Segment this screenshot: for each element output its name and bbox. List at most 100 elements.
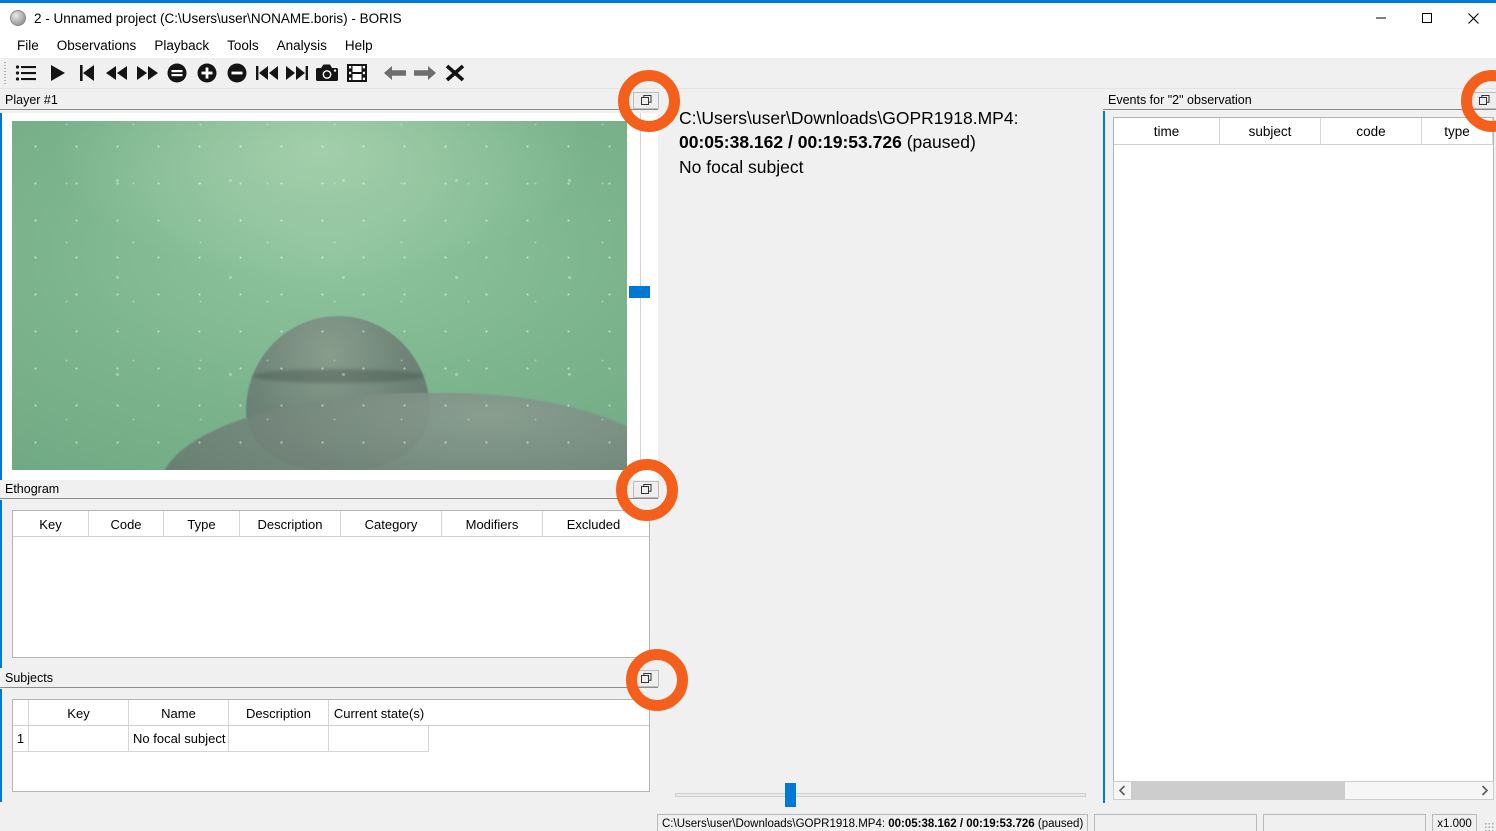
ethogram-col-type[interactable]: Type	[164, 511, 240, 537]
media-file-path: C:\Users\user\Downloads\GOPR1918.MP4:	[679, 108, 1019, 128]
arrow-left-icon[interactable]	[380, 59, 410, 87]
events-horizontal-scrollbar[interactable]	[1113, 781, 1494, 800]
resize-grip-icon[interactable]	[1484, 822, 1494, 831]
main-toolbar	[0, 58, 1496, 89]
ethogram-table[interactable]: Key Code Type Description Category Modif…	[12, 510, 650, 658]
ethogram-float-button[interactable]	[633, 481, 659, 498]
subjects-row-description[interactable]	[229, 726, 329, 752]
list-icon[interactable]	[12, 59, 42, 87]
subjects-row-key[interactable]	[29, 726, 129, 752]
focal-subject-label: No focal subject	[679, 157, 804, 177]
menu-item-playback[interactable]: Playback	[145, 35, 218, 56]
circle-plus-icon[interactable]	[192, 59, 222, 87]
events-col-time[interactable]: time	[1114, 118, 1220, 145]
video-frame[interactable]	[12, 121, 627, 470]
menu-item-file[interactable]: File	[8, 35, 48, 56]
status-bar: C:\Users\user\Downloads\GOPR1918.MP4: 00…	[657, 813, 1496, 831]
status-media-info: C:\Users\user\Downloads\GOPR1918.MP4: 00…	[657, 814, 1089, 831]
toolbar-grip[interactable]	[2, 62, 9, 84]
ethogram-col-description[interactable]: Description	[240, 511, 341, 537]
video-player-area[interactable]	[0, 113, 658, 480]
ethogram-col-excluded[interactable]: Excluded	[543, 511, 644, 537]
circle-minus-thick-icon[interactable]	[162, 59, 192, 87]
skip-previous-icon[interactable]	[252, 59, 282, 87]
video-particles	[12, 121, 627, 470]
media-time-line: 00:05:38.162 / 00:19:53.726 (paused)	[679, 130, 1091, 155]
status-field-2	[1094, 814, 1258, 831]
subjects-row-index: 1	[13, 726, 29, 752]
events-scrollbar-thumb[interactable]	[1131, 782, 1345, 799]
window-controls	[1358, 3, 1496, 33]
status-playback-rate: x1.000	[1432, 814, 1478, 831]
x-icon[interactable]	[440, 59, 470, 87]
status-field-3	[1263, 814, 1427, 831]
media-state: (paused)	[906, 132, 976, 152]
subjects-row-current-state[interactable]	[329, 726, 429, 752]
media-info-block: C:\Users\user\Downloads\GOPR1918.MP4: 00…	[679, 107, 1091, 180]
ethogram-col-key[interactable]: Key	[13, 511, 89, 537]
events-col-type[interactable]: type	[1422, 118, 1493, 145]
events-col-code[interactable]: code	[1321, 118, 1422, 145]
maximize-icon[interactable]	[1404, 3, 1450, 33]
bottom-left-filler	[0, 802, 657, 831]
subjects-col-current-state[interactable]: Current state(s)	[329, 700, 429, 726]
status-media-path: C:\Users\user\Downloads\GOPR1918.MP4:	[662, 817, 886, 830]
camera-icon[interactable]	[312, 59, 342, 87]
vertical-splitter-handle[interactable]	[629, 286, 650, 298]
ethogram-panel-title: Ethogram	[0, 481, 658, 499]
subjects-col-description[interactable]: Description	[229, 700, 329, 726]
minimize-icon[interactable]	[1358, 3, 1404, 33]
ethogram-col-modifiers[interactable]: Modifiers	[442, 511, 543, 537]
vertical-splitter-line-top	[640, 113, 641, 286]
rewind-icon[interactable]	[102, 59, 132, 87]
window-title: 2 - Unnamed project (C:\Users\user\NONAM…	[34, 10, 402, 26]
subjects-area: Key Name Description Current state(s) 1 …	[0, 689, 658, 802]
menu-item-analysis[interactable]: Analysis	[268, 35, 336, 56]
ethogram-header-row: Key Code Type Description Category Modif…	[13, 511, 649, 537]
subjects-col-name[interactable]: Name	[129, 700, 229, 726]
boris-main-window: 2 - Unnamed project (C:\Users\user\NONAM…	[0, 0, 1496, 831]
events-col-subject[interactable]: subject	[1220, 118, 1321, 145]
title-bar: 2 - Unnamed project (C:\Users\user\NONAM…	[0, 3, 1496, 33]
fast-forward-icon[interactable]	[132, 59, 162, 87]
player-panel-title: Player #1	[0, 92, 658, 110]
subjects-col-index	[13, 700, 29, 726]
skip-start-icon[interactable]	[72, 59, 102, 87]
ethogram-col-code[interactable]: Code	[89, 511, 164, 537]
table-row[interactable]: 1 No focal subject	[13, 726, 649, 752]
subjects-header-row: Key Name Description Current state(s)	[13, 700, 649, 726]
ethogram-col-category[interactable]: Category	[341, 511, 442, 537]
events-float-button[interactable]	[1471, 92, 1496, 109]
status-media-state: (paused)	[1037, 817, 1084, 830]
subjects-float-button[interactable]	[633, 670, 659, 687]
media-time-separator: /	[783, 132, 798, 152]
subjects-col-key[interactable]: Key	[29, 700, 129, 726]
media-position: 00:05:38.162	[679, 132, 784, 152]
seek-thumb[interactable]	[785, 783, 796, 807]
close-icon[interactable]	[1450, 3, 1496, 33]
media-position-slider[interactable]	[672, 783, 1089, 807]
chevron-left-icon[interactable]	[1114, 782, 1131, 799]
subjects-panel-title: Subjects	[0, 670, 658, 688]
status-media-time: 00:05:38.162 / 00:19:53.726	[888, 817, 1035, 830]
play-icon[interactable]	[42, 59, 72, 87]
subjects-table[interactable]: Key Name Description Current state(s) 1 …	[12, 699, 650, 792]
seek-track[interactable]	[675, 793, 1086, 797]
skip-next-icon[interactable]	[282, 59, 312, 87]
events-table[interactable]: time subject code type	[1113, 117, 1494, 785]
film-icon[interactable]	[342, 59, 372, 87]
vertical-splitter-line-bottom	[640, 298, 641, 468]
events-scrollbar-track[interactable]	[1131, 782, 1476, 799]
subjects-row-name[interactable]: No focal subject	[129, 726, 229, 752]
events-panel-title: Events for "2" observation	[1103, 92, 1496, 110]
player-float-button[interactable]	[633, 92, 659, 109]
circle-minus-icon[interactable]	[222, 59, 252, 87]
menu-item-tools[interactable]: Tools	[218, 35, 268, 56]
arrow-right-icon[interactable]	[410, 59, 440, 87]
events-header-row: time subject code type	[1114, 118, 1493, 145]
menu-item-help[interactable]: Help	[336, 35, 382, 56]
chevron-right-icon[interactable]	[1476, 782, 1493, 799]
media-duration: 00:19:53.726	[797, 132, 902, 152]
boris-circle-icon	[10, 10, 26, 26]
menu-item-observations[interactable]: Observations	[48, 35, 146, 56]
